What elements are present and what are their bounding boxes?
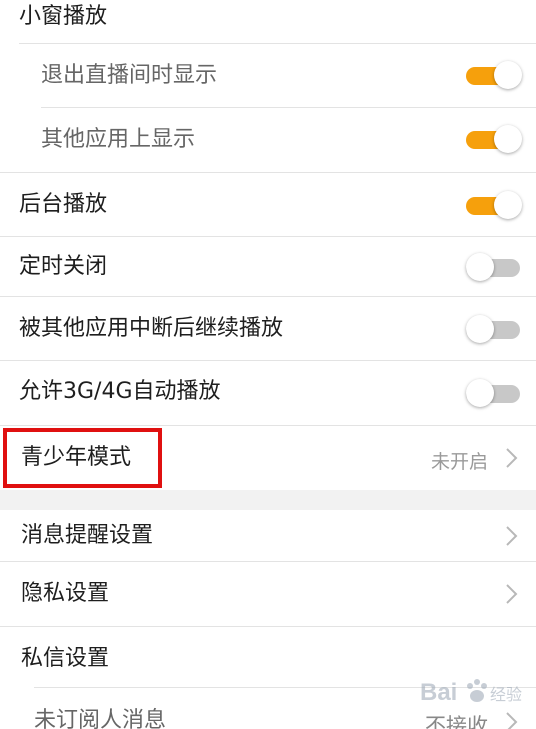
setting-background-play[interactable]: 后台播放 xyxy=(0,173,536,236)
setting-privacy-settings[interactable]: 隐私设置 xyxy=(0,562,536,626)
setting-label: 隐私设置 xyxy=(21,581,110,606)
toggle-knob xyxy=(466,315,494,343)
pip-header-row: 小窗播放 xyxy=(0,0,536,44)
watermark-text: 经验 xyxy=(490,685,522,704)
pip-header-label: 小窗播放 xyxy=(19,4,108,29)
setting-label: 其他应用上显示 xyxy=(41,127,196,152)
resume-after-interrupt-toggle[interactable] xyxy=(466,314,522,344)
section-gap xyxy=(0,490,536,510)
setting-notification-settings[interactable]: 消息提醒设置 xyxy=(0,510,536,561)
setting-autoplay-mobile[interactable]: 允许3G/4G自动播放 xyxy=(0,361,536,425)
autoplay-mobile-toggle[interactable] xyxy=(466,378,522,408)
setting-label: 退出直播间时显示 xyxy=(41,63,218,88)
setting-resume-after-interrupt[interactable]: 被其他应用中断后继续播放 xyxy=(0,297,536,360)
toggle-knob xyxy=(466,379,494,407)
background-play-toggle[interactable] xyxy=(466,190,522,220)
chevron-right-icon xyxy=(506,584,518,604)
setting-label: 消息提醒设置 xyxy=(21,523,154,548)
timer-close-toggle[interactable] xyxy=(466,252,522,282)
setting-timer-close[interactable]: 定时关闭 xyxy=(0,237,536,296)
highlight-box xyxy=(3,428,162,488)
setting-pip-exit-room[interactable]: 退出直播间时显示 xyxy=(0,44,536,108)
toggle-knob xyxy=(466,253,494,281)
setting-label: 允许3G/4G自动播放 xyxy=(19,379,221,404)
setting-label: 后台播放 xyxy=(19,192,108,217)
baidu-watermark-logo: Bai 经验 xyxy=(420,679,522,706)
svg-text:Bai: Bai xyxy=(420,679,457,706)
setting-pip-other-apps[interactable]: 其他应用上显示 xyxy=(0,108,536,172)
toggle-knob xyxy=(494,191,522,219)
toggle-knob xyxy=(494,125,522,153)
chevron-right-icon xyxy=(506,448,518,468)
dm-settings-label: 私信设置 xyxy=(21,646,110,671)
pip-exit-room-toggle[interactable] xyxy=(466,60,522,90)
setting-label: 被其他应用中断后继续播放 xyxy=(19,316,284,341)
toggle-knob xyxy=(494,61,522,89)
pip-other-apps-toggle[interactable] xyxy=(466,124,522,154)
chevron-right-icon xyxy=(506,526,518,546)
teen-mode-status: 未开启 xyxy=(430,451,488,473)
setting-label: 定时关闭 xyxy=(19,254,108,279)
setting-label: 未订阅人消息 xyxy=(34,708,167,729)
